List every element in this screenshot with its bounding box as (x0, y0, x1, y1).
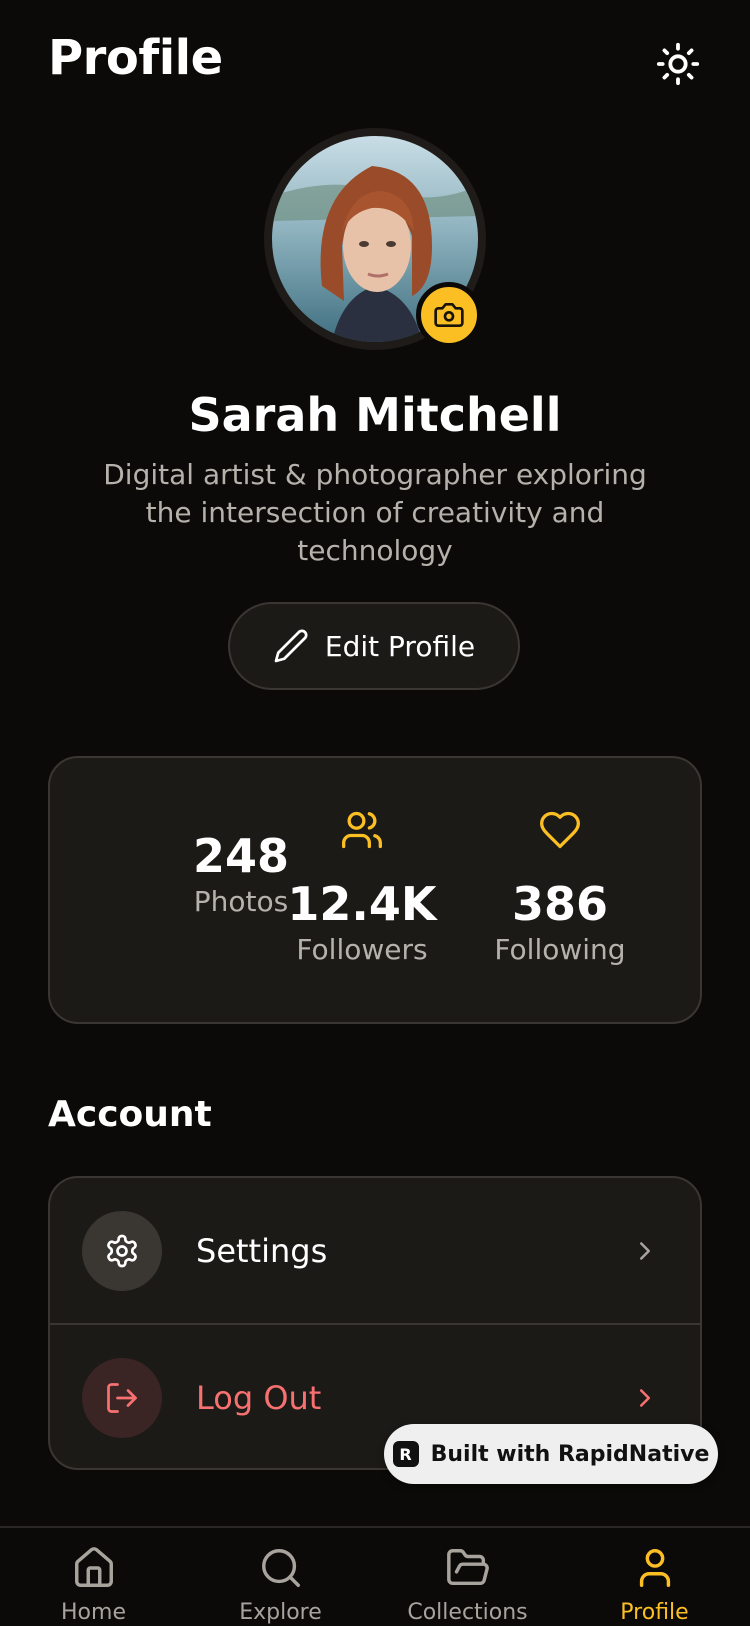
heart-icon (538, 808, 582, 852)
gear-icon (82, 1210, 162, 1291)
sun-icon (656, 42, 700, 86)
section-title-account: Account (48, 1094, 212, 1135)
change-photo-button[interactable] (416, 282, 482, 348)
rapidnative-logo-icon: R (392, 1441, 419, 1467)
theme-toggle-button[interactable] (652, 38, 704, 90)
logout-icon (82, 1357, 162, 1438)
page-title: Profile (48, 30, 223, 86)
built-with-badge[interactable]: R Built with RapidNative (384, 1424, 718, 1484)
camera-icon (434, 303, 464, 327)
tab-label: Home (61, 1600, 126, 1625)
stat-label: Followers (296, 933, 428, 966)
tab-label: Profile (620, 1600, 689, 1625)
user-icon (561, 1542, 748, 1594)
menu-item-label: Settings (196, 1231, 328, 1270)
tab-profile[interactable]: Profile (561, 1542, 748, 1625)
tab-explore[interactable]: Explore (187, 1542, 374, 1625)
home-icon (0, 1542, 187, 1594)
tab-collections[interactable]: Collections (374, 1542, 561, 1625)
tab-label: Collections (407, 1600, 528, 1625)
stat-following[interactable]: 386 Following (475, 876, 645, 968)
tab-label: Explore (239, 1600, 322, 1625)
tab-home[interactable]: Home (0, 1542, 187, 1625)
badge-label: Built with RapidNative (430, 1441, 710, 1467)
edit-profile-label: Edit Profile (324, 629, 476, 663)
bottom-tab-bar: Home Explore Collections Profile (0, 1526, 750, 1626)
pencil-icon (274, 629, 308, 663)
stat-followers[interactable]: 12.4K Followers (277, 876, 447, 968)
stat-value: 12.4K (287, 877, 437, 931)
users-icon (340, 808, 384, 852)
stats-card: 248 Photos 12.4K Followers 386 Following (48, 756, 702, 1024)
profile-name: Sarah Mitchell (188, 388, 562, 442)
menu-item-settings[interactable]: Settings (50, 1178, 700, 1323)
menu-item-label: Log Out (196, 1378, 322, 1417)
folder-icon (374, 1542, 561, 1594)
stat-value: 386 (511, 877, 609, 931)
profile-bio: Digital artist & photographer exploring … (103, 458, 647, 567)
chevron-right-icon (630, 1383, 660, 1413)
stat-label: Following (494, 933, 626, 966)
chevron-right-icon (630, 1236, 660, 1266)
search-icon (187, 1542, 374, 1594)
edit-profile-button[interactable]: Edit Profile (228, 602, 520, 690)
